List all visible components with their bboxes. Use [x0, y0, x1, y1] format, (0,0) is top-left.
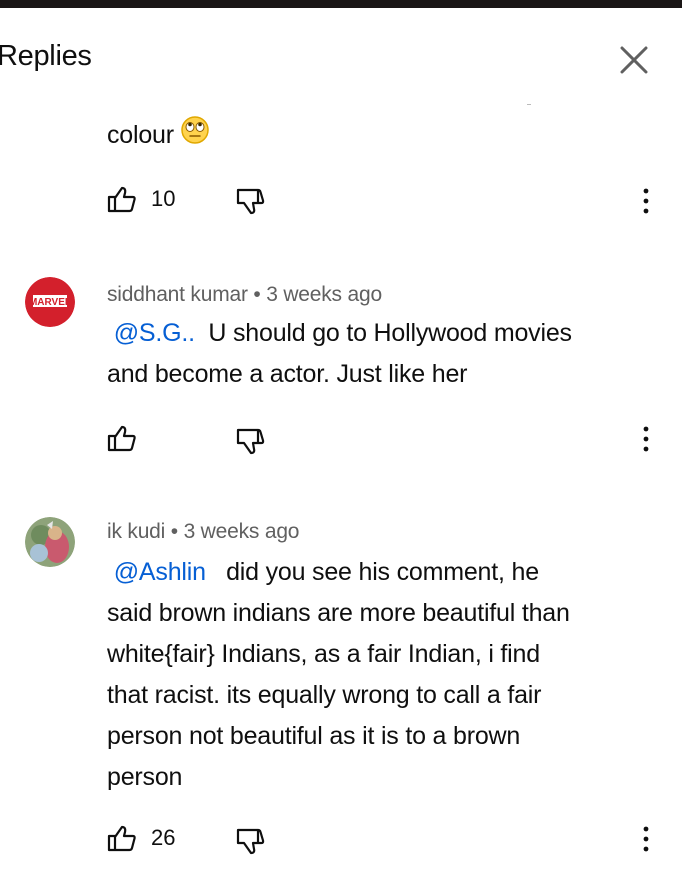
timestamp[interactable]: 3 weeks ago [266, 283, 382, 306]
avatar[interactable] [25, 517, 75, 567]
scroll-mark [527, 104, 531, 105]
like-button[interactable] [107, 185, 137, 218]
thumbs-down-icon [236, 188, 265, 215]
top-edge-bar [0, 0, 682, 8]
thumbs-up-icon [107, 825, 136, 852]
marvel-logo-avatar: MARVEL [25, 277, 75, 327]
author-name[interactable]: ik kudi [107, 520, 165, 543]
thumbs-up-icon [107, 425, 136, 452]
more-options-button[interactable] [636, 425, 656, 453]
mention-link[interactable]: @Ashlin [114, 558, 206, 586]
avatar[interactable]: MARVEL [25, 277, 75, 327]
dislike-button[interactable] [236, 428, 266, 461]
like-count: 10 [151, 186, 176, 211]
more-options-button[interactable] [636, 825, 656, 853]
like-button[interactable] [107, 824, 137, 857]
replies-title: Replies [0, 40, 92, 72]
like-button[interactable] [107, 424, 137, 457]
thumbs-down-icon [236, 428, 265, 455]
reply-meta: ik kudi • 3 weeks ago [107, 520, 299, 544]
more-vertical-icon [643, 426, 649, 452]
thumbs-down-icon [236, 828, 265, 855]
more-options-button[interactable] [636, 187, 656, 215]
reply-meta: siddhant kumar • 3 weeks ago [107, 283, 382, 307]
more-vertical-icon [643, 188, 649, 214]
dislike-button[interactable] [236, 188, 266, 221]
close-button[interactable] [612, 38, 656, 82]
close-icon [620, 46, 648, 74]
rolling-eyes-emoji-icon [180, 115, 210, 158]
reply-text: colour [107, 115, 667, 158]
mention-link[interactable]: @S.G.. [114, 319, 195, 347]
author-name[interactable]: siddhant kumar [107, 283, 248, 306]
thumbs-up-icon [107, 186, 136, 213]
svg-text:MARVEL: MARVEL [29, 297, 71, 308]
user-photo-avatar [25, 517, 75, 567]
like-count: 26 [151, 825, 176, 850]
more-vertical-icon [643, 826, 649, 852]
meta-separator: • [170, 520, 178, 543]
timestamp[interactable]: 3 weeks ago [184, 520, 300, 543]
reply-text: @Ashlin did you see his comment, he said… [107, 558, 570, 791]
meta-separator: • [253, 283, 261, 306]
dislike-button[interactable] [236, 828, 266, 861]
reply-text: @S.G.. U should go to Hollywood movies a… [107, 319, 572, 388]
